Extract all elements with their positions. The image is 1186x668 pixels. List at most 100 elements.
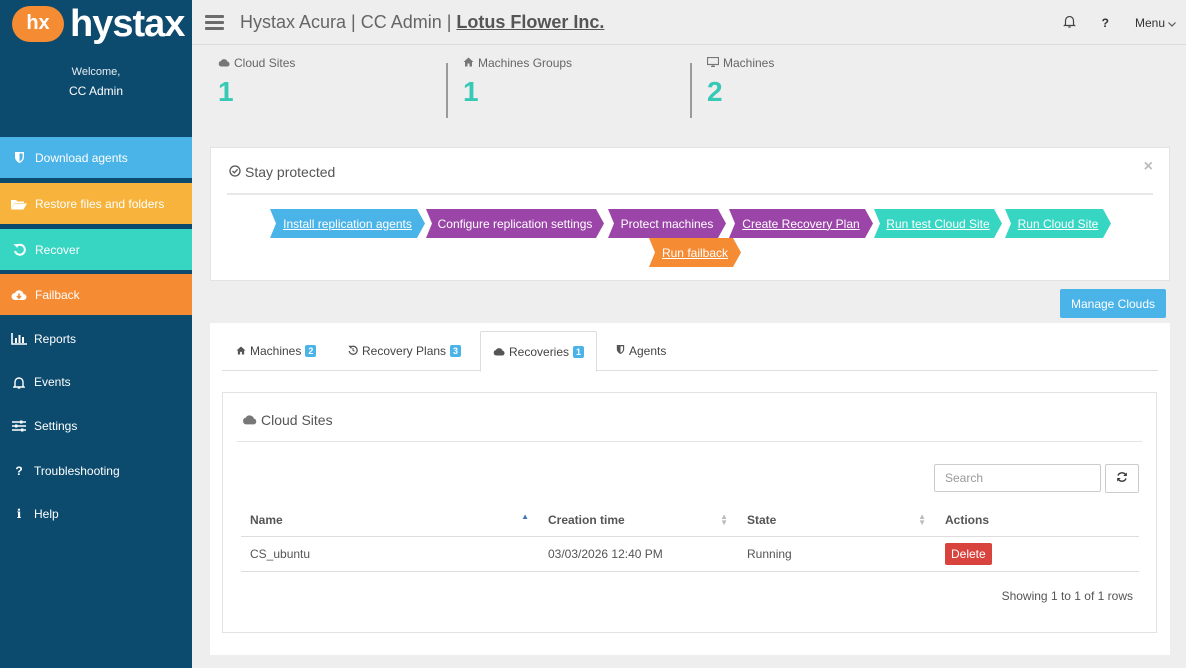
sidebar-item-help[interactable]: i Help bbox=[0, 499, 192, 529]
cloud-download-icon bbox=[10, 289, 28, 301]
delete-button[interactable]: Delete bbox=[945, 542, 992, 565]
refresh-icon bbox=[1116, 471, 1128, 486]
sidebar-item-label: Failback bbox=[35, 287, 80, 302]
sidebar: hx hystax Welcome, CC Admin Download age… bbox=[0, 0, 192, 668]
step-protect-machines: Protect machines bbox=[608, 209, 726, 238]
shield-icon bbox=[10, 151, 28, 164]
panel-title: Cloud Sites bbox=[261, 412, 333, 428]
header-actions: ? Menu bbox=[1062, 0, 1176, 45]
stat-value: 1 bbox=[218, 76, 234, 107]
monitor-icon bbox=[706, 56, 720, 70]
step-configure-replication: Configure replication settings bbox=[426, 209, 604, 238]
pagination-info: Showing 1 to 1 of 1 rows bbox=[1001, 589, 1133, 603]
home-icon bbox=[463, 56, 474, 70]
tab-recoveries[interactable]: Recoveries 1 bbox=[480, 331, 598, 372]
sidebar-item-restore-files[interactable]: Restore files and folders bbox=[0, 183, 192, 224]
shield-icon bbox=[616, 344, 625, 358]
hx-logo-mark: hx bbox=[12, 5, 64, 42]
question-icon: ? bbox=[15, 464, 23, 478]
stat-label: Machines Groups bbox=[478, 56, 573, 70]
menu-dropdown[interactable]: Menu bbox=[1135, 16, 1176, 30]
folder-open-icon bbox=[10, 198, 28, 210]
tab-label: Machines bbox=[250, 344, 302, 358]
title-prefix: Hystax Acura | CC Admin | bbox=[240, 11, 457, 32]
stat-label: Cloud Sites bbox=[234, 56, 296, 70]
sliders-icon bbox=[10, 420, 28, 432]
column-header-actions: Actions bbox=[936, 505, 1139, 537]
customer-link[interactable]: Lotus Flower Inc. bbox=[456, 12, 604, 32]
stat-label: Machines bbox=[723, 56, 775, 70]
help-icon[interactable]: ? bbox=[1102, 16, 1109, 30]
page-title: Hystax Acura | CC Admin | Lotus Flower I… bbox=[240, 12, 604, 33]
bar-chart-icon bbox=[10, 333, 28, 345]
tab-agents[interactable]: Agents bbox=[616, 331, 666, 371]
sidebar-item-recover[interactable]: Recover bbox=[0, 229, 192, 270]
sidebar-item-failback[interactable]: Failback bbox=[0, 274, 192, 315]
count-badge: 3 bbox=[450, 345, 462, 357]
stat-divider bbox=[690, 63, 692, 118]
cell-actions: Delete bbox=[936, 536, 1139, 572]
stat-value: 1 bbox=[463, 76, 479, 107]
history-icon bbox=[348, 344, 358, 358]
brand-name: hystax bbox=[70, 2, 185, 45]
welcome-text: Welcome, bbox=[71, 66, 121, 78]
tab-label: Recoveries bbox=[509, 344, 570, 359]
step-run-test-cloud-site[interactable]: Run test Cloud Site bbox=[874, 209, 1002, 238]
hamburger-icon[interactable] bbox=[205, 14, 224, 30]
sidebar-item-label: Troubleshooting bbox=[34, 464, 120, 478]
top-header: Hystax Acura | CC Admin | Lotus Flower I… bbox=[192, 0, 1186, 45]
home-icon bbox=[236, 344, 246, 358]
tab-bar: Machines 2 Recovery Plans 3 Recoveries 1… bbox=[222, 331, 1158, 372]
details-panel: Machines 2 Recovery Plans 3 Recoveries 1… bbox=[210, 323, 1170, 655]
divider bbox=[237, 441, 1142, 442]
step-run-failback[interactable]: Run failback bbox=[649, 238, 741, 267]
stat-cloud-sites: Cloud Sites 1 bbox=[218, 56, 295, 108]
bell-icon bbox=[10, 376, 28, 389]
tab-label: Agents bbox=[629, 344, 667, 358]
brand-logo[interactable]: hx hystax bbox=[0, 0, 192, 47]
sidebar-item-label: Events bbox=[34, 375, 71, 389]
column-header-creation-time[interactable]: Creation time ▲ ▼ bbox=[539, 505, 738, 537]
step-run-cloud-site[interactable]: Run Cloud Site bbox=[1005, 209, 1111, 238]
stay-protected-panel: Stay protected × Install replication age… bbox=[210, 147, 1170, 281]
info-icon: i bbox=[16, 507, 22, 521]
sidebar-item-label: Download agents bbox=[35, 150, 128, 165]
chevron-down-icon bbox=[1168, 16, 1176, 30]
stat-divider bbox=[446, 63, 448, 118]
stat-value: 2 bbox=[707, 76, 723, 107]
step-create-recovery-plan[interactable]: Create Recovery Plan bbox=[729, 209, 873, 238]
sidebar-item-label: Reports bbox=[34, 332, 77, 346]
cloud-icon bbox=[493, 345, 505, 359]
sidebar-item-events[interactable]: Events bbox=[0, 367, 192, 397]
bell-icon[interactable] bbox=[1062, 14, 1076, 31]
column-header-state[interactable]: State ▲ ▼ bbox=[738, 505, 936, 537]
refresh-button[interactable] bbox=[1105, 464, 1139, 493]
sidebar-item-download-agents[interactable]: Download agents bbox=[0, 137, 192, 178]
cloud-icon bbox=[242, 412, 257, 428]
divider bbox=[227, 193, 1153, 195]
sidebar-item-troubleshooting[interactable]: ? Troubleshooting bbox=[0, 456, 192, 486]
user-name: CC Admin bbox=[68, 84, 124, 98]
sidebar-item-settings[interactable]: Settings bbox=[0, 411, 192, 441]
step-install-agents[interactable]: Install replication agents bbox=[270, 209, 425, 238]
sort-icon: ▲ ▼ bbox=[720, 512, 728, 527]
cloud-sites-table: Name ▲ Creation time ▲ ▼ State ▲ ▼ Actions CS… bbox=[241, 505, 1139, 572]
sidebar-item-reports[interactable]: Reports bbox=[0, 324, 192, 354]
undo-icon bbox=[10, 243, 28, 256]
sidebar-item-label: Help bbox=[34, 507, 59, 521]
sort-asc-icon: ▲ bbox=[521, 512, 529, 521]
panel-title: Stay protected bbox=[245, 164, 336, 180]
search-input[interactable] bbox=[934, 464, 1101, 492]
manage-clouds-button[interactable]: Manage Clouds bbox=[1060, 289, 1166, 318]
sidebar-item-label: Restore files and folders bbox=[35, 196, 165, 211]
cloud-sites-panel: Cloud Sites Name▲ Creation time▲▼ State▲… bbox=[222, 392, 1157, 633]
tab-recovery-plans[interactable]: Recovery Plans 3 bbox=[348, 331, 462, 371]
check-circle-icon bbox=[229, 164, 241, 180]
tab-machines[interactable]: Machines 2 bbox=[236, 331, 317, 371]
column-header-name[interactable]: Name ▲ bbox=[241, 505, 539, 537]
count-badge: 2 bbox=[305, 345, 317, 357]
sidebar-item-label: Recover bbox=[35, 242, 80, 257]
close-icon[interactable]: × bbox=[1144, 158, 1153, 176]
tab-label: Recovery Plans bbox=[362, 344, 447, 358]
stat-machines: Machines 2 bbox=[706, 56, 775, 108]
